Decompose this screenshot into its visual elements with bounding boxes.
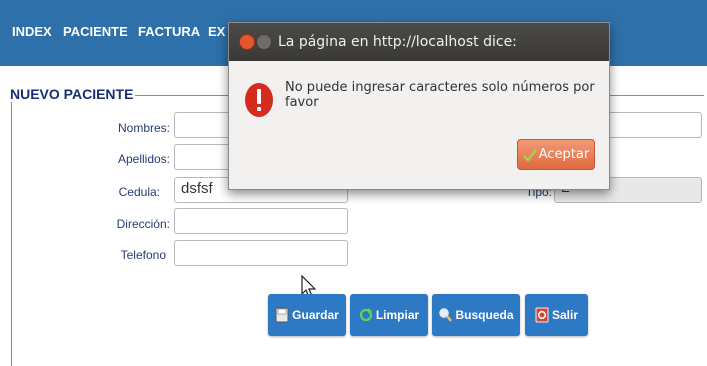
- busqueda-label: Busqueda: [455, 308, 514, 322]
- guardar-label: Guardar: [292, 308, 339, 322]
- direccion-label: Dirección:: [116, 217, 170, 231]
- direccion-input[interactable]: [174, 208, 348, 234]
- refresh-icon: [359, 308, 372, 322]
- accept-label: Aceptar: [538, 147, 590, 162]
- limpiar-button[interactable]: Limpiar: [350, 294, 428, 336]
- nav-item-index[interactable]: INDEX: [12, 24, 52, 39]
- limpiar-label: Limpiar: [375, 308, 420, 322]
- telefono-label: Telefono: [120, 248, 166, 262]
- dialog-title: La página en http://localhost dice:: [278, 34, 517, 50]
- salir-label: Salir: [551, 308, 578, 322]
- exit-icon: [535, 307, 549, 323]
- nombres-label: Nombres:: [117, 121, 170, 135]
- salir-button[interactable]: Salir: [525, 294, 588, 336]
- guardar-button[interactable]: Guardar: [268, 294, 346, 336]
- error-icon: [245, 83, 273, 117]
- cedula-label: Cedula:: [118, 185, 160, 199]
- alert-dialog: La página en http://localhost dice: No p…: [228, 22, 610, 190]
- close-window-icon[interactable]: [239, 34, 255, 50]
- minimize-window-icon[interactable]: [256, 34, 272, 50]
- nav-item-factura[interactable]: FACTURA: [138, 24, 200, 39]
- form-legend: NUEVO PACIENTE: [8, 86, 136, 102]
- magnifier-icon: [439, 308, 453, 322]
- busqueda-button[interactable]: Busqueda: [432, 294, 520, 336]
- dialog-message: No puede ingresar caracteres solo número…: [285, 80, 595, 110]
- telefono-input[interactable]: [174, 240, 348, 266]
- nav-item-paciente[interactable]: PACIENTE: [63, 24, 128, 39]
- save-icon: [275, 307, 289, 323]
- dialog-titlebar: La página en http://localhost dice:: [229, 23, 609, 61]
- checkmark-icon: [522, 148, 537, 162]
- nav-item-ex[interactable]: EX: [208, 24, 225, 39]
- apellidos-label: Apellidos:: [117, 152, 170, 166]
- accept-button[interactable]: Aceptar: [517, 139, 595, 170]
